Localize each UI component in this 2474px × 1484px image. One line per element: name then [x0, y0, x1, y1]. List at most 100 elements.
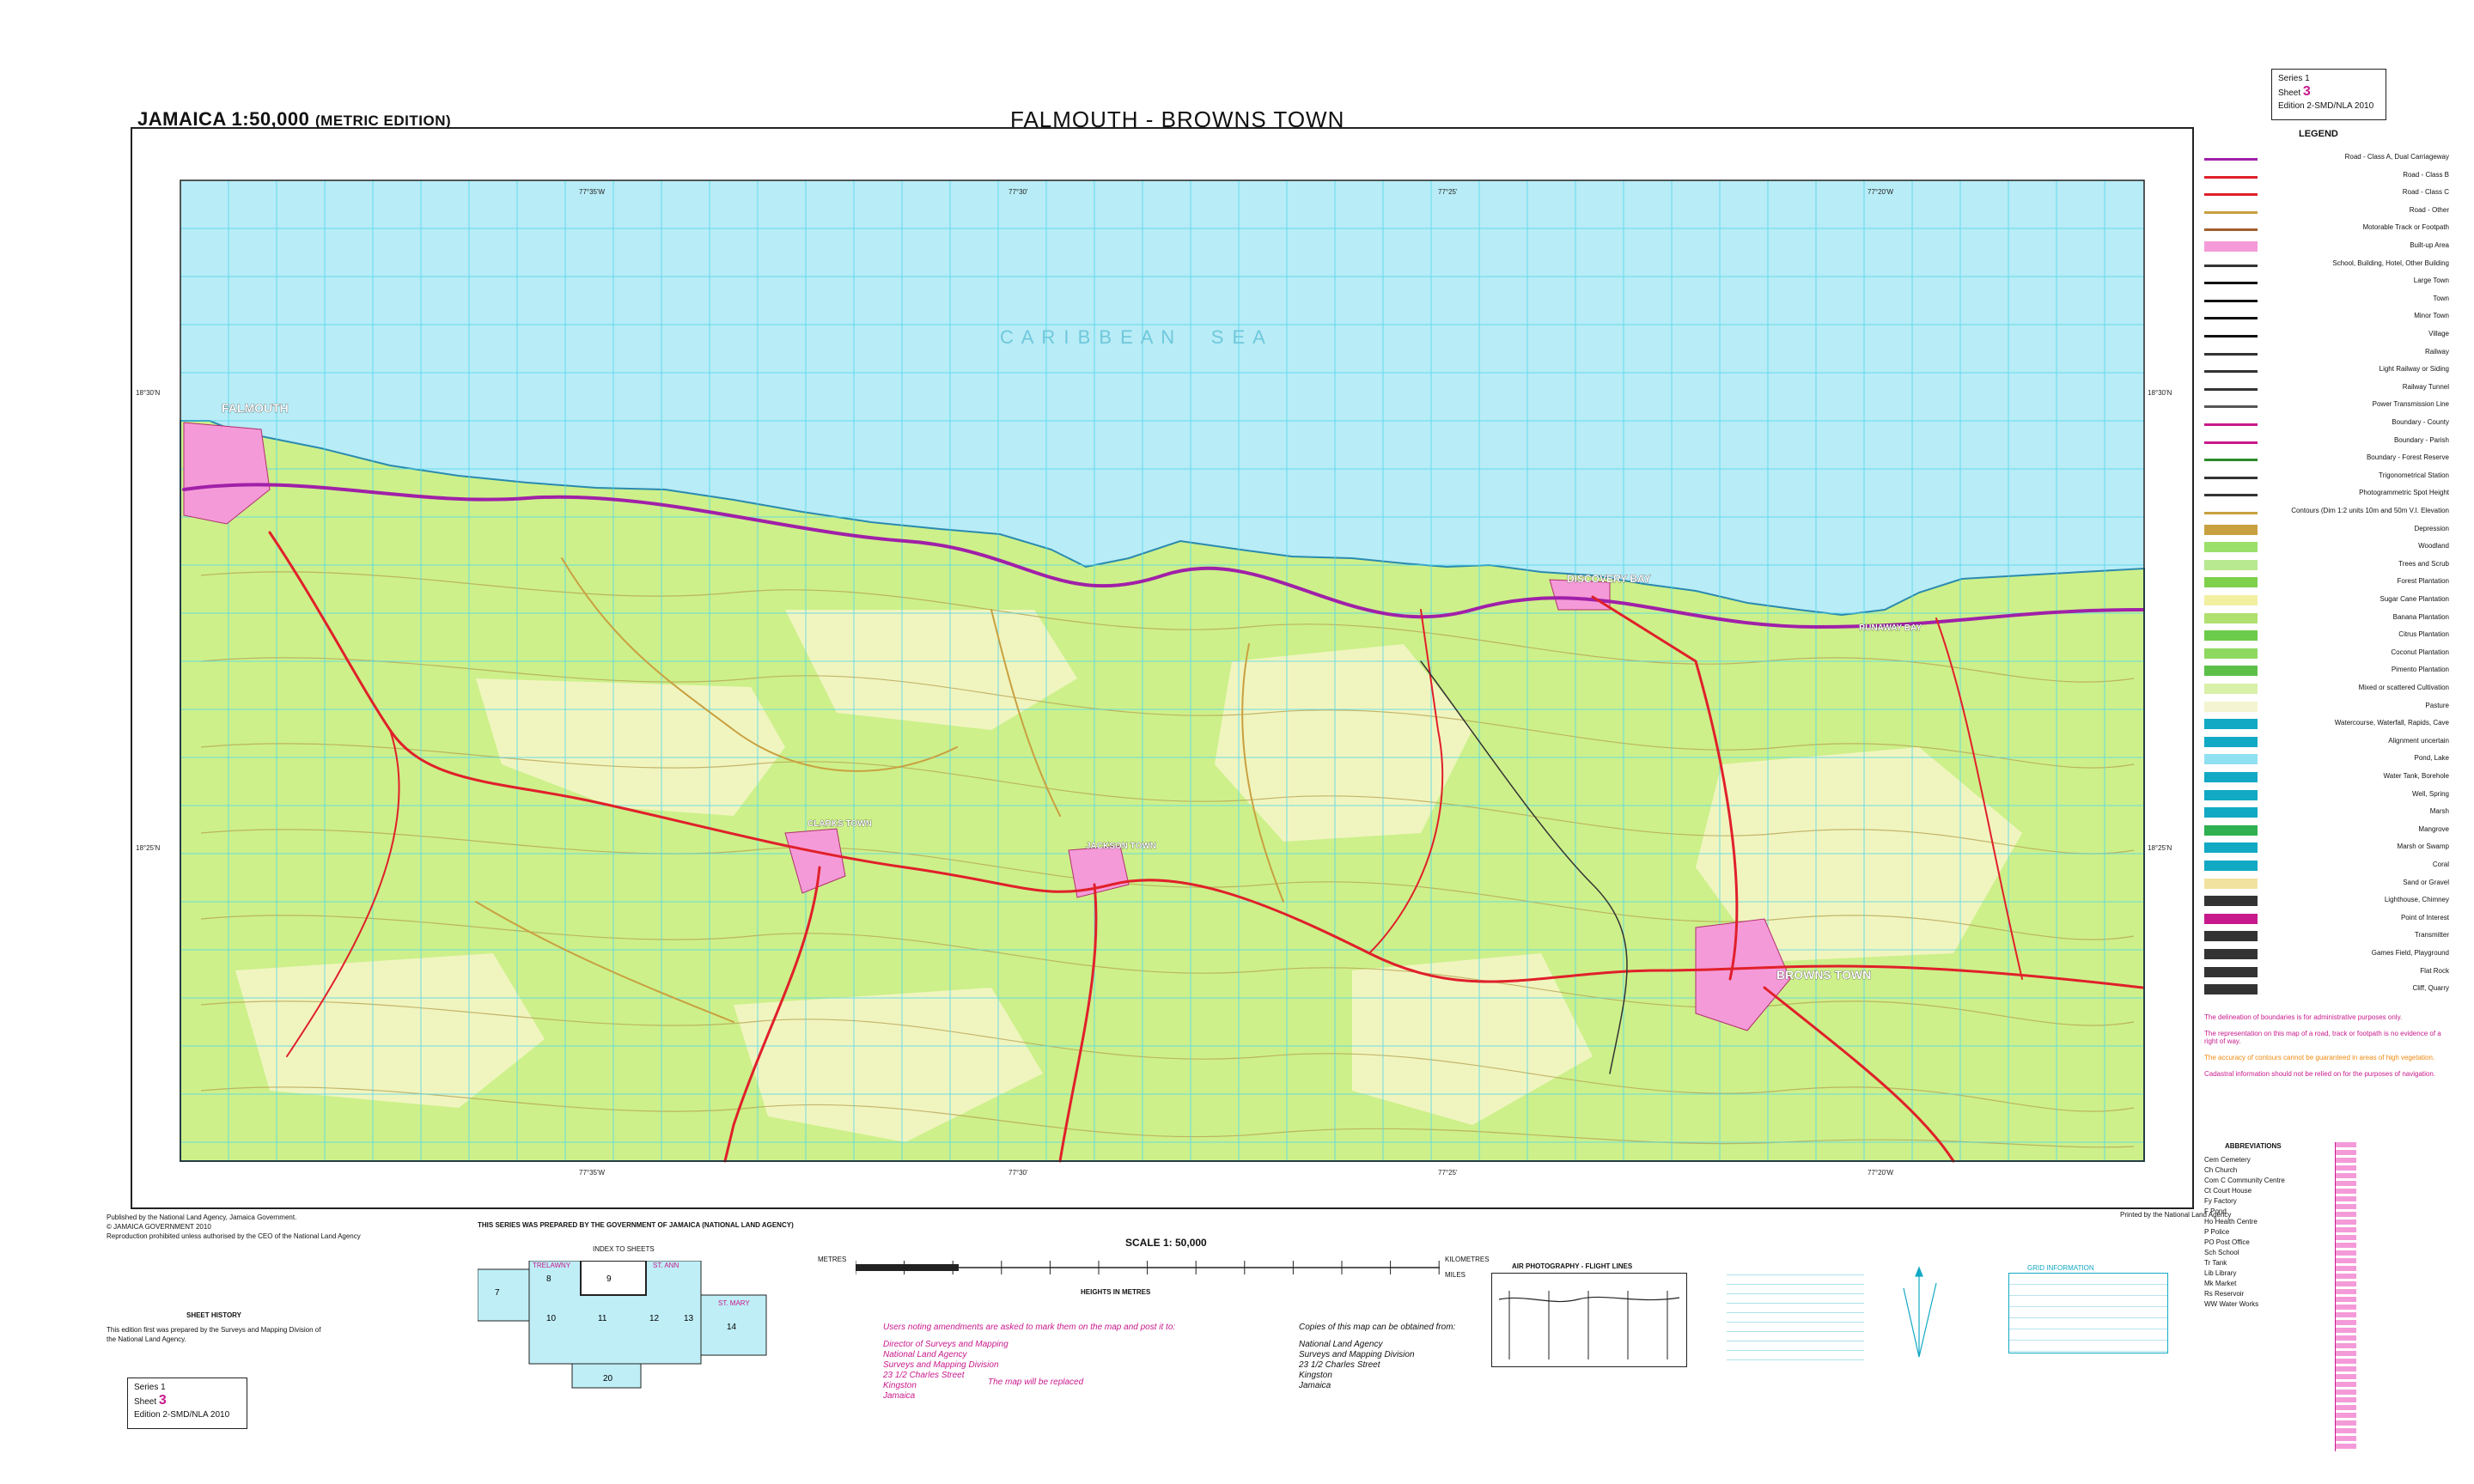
legend-item: Trigonometrical Station	[2204, 468, 2449, 485]
sheet-value: 3	[158, 1393, 167, 1408]
sheet-label: Sheet	[134, 1397, 157, 1407]
legend-item: Alignment uncertain	[2204, 733, 2449, 751]
series-value: 1	[161, 1383, 166, 1392]
legend-swatch	[2204, 264, 2258, 267]
meridian-label: 77°30'	[1008, 188, 1028, 196]
legend-swatch	[2204, 512, 2258, 514]
legend-label: Alignment uncertain	[2388, 736, 2449, 745]
legend-swatch	[2204, 193, 2258, 197]
legend-note: The delineation of boundaries is for adm…	[2204, 1013, 2403, 1021]
copies-address: 23 1/2 Charles Street	[1299, 1360, 1380, 1370]
legend-swatch	[2204, 352, 2258, 356]
legend-item: Marsh or Swamp	[2204, 839, 2449, 856]
legend-note: The representation on this map of a road…	[2204, 1030, 2441, 1045]
parallel-label: 18°30'N	[136, 389, 161, 397]
scale-unit-metres: METRES	[818, 1256, 847, 1263]
legend-item: Pimento Plantation	[2204, 662, 2449, 679]
index-sheet-number: 13	[684, 1314, 694, 1323]
legend-label: Point of Interest	[2400, 913, 2449, 921]
legend-label: Contours (Dim 1:2 units 10m and 50m V.I.…	[2291, 507, 2449, 514]
map-frame[interactable]: C A R I B B E A N S E A FALMOUTH DISCOVE…	[131, 127, 2194, 1209]
index-sheet-number: 7	[495, 1288, 500, 1298]
legend-label: Boundary - County	[2392, 418, 2449, 426]
legend-notes: The delineation of boundaries is for adm…	[2204, 1013, 2453, 1086]
meridian-label: 77°20'W	[1868, 188, 1894, 196]
index-sheet-number: 8	[546, 1274, 551, 1284]
legend-item: Woodland	[2204, 538, 2449, 556]
legend-swatch	[2204, 648, 2258, 659]
legend-swatch	[2204, 387, 2258, 391]
scale-unit-miles: MILES	[1445, 1271, 1466, 1279]
legend-item: Boundary - Parish	[2204, 433, 2449, 450]
copies-division: Surveys and Mapping Division	[1299, 1350, 1415, 1359]
legend-label: Road - Other	[2409, 205, 2449, 214]
legend-item: Citrus Plantation	[2204, 627, 2449, 644]
legend-item: Village	[2204, 326, 2449, 344]
abbreviation-item: Com C Community Centre	[2204, 1177, 2285, 1184]
legend-swatch	[2204, 966, 2258, 977]
height-scale-strip	[2335, 1142, 2356, 1451]
legend-label: Marsh or Swamp	[2397, 842, 2449, 851]
amendments-text: Users noting amendments are asked to mar…	[883, 1323, 1176, 1332]
legend-swatch	[2204, 282, 2258, 285]
legend-label: Pond, Lake	[2414, 754, 2449, 763]
legend-items: Road - Class A, Dual Carriageway Road - C…	[2204, 149, 2453, 1008]
copies-note: Copies of this map can be obtained from:…	[1299, 1323, 1488, 1391]
legend-label: Depression	[2414, 524, 2449, 532]
legend-item: Sand or Gravel	[2204, 875, 2449, 892]
edition-text: Edition 2-SMD/NLA 2010	[2278, 101, 2374, 111]
sheet-history-text: This edition first was prepared by the S…	[107, 1326, 321, 1343]
legend-item: Forest Plantation	[2204, 574, 2449, 591]
legend-swatch	[2204, 317, 2258, 320]
copies-text: Copies of this map can be obtained from:	[1299, 1323, 1456, 1332]
legend-swatch	[2204, 684, 2258, 694]
sheet-value: 3	[2302, 84, 2311, 99]
legend-item: Boundary - County	[2204, 415, 2449, 432]
legend-swatch	[2204, 299, 2258, 302]
legend-swatch	[2204, 861, 2258, 871]
index-sheet-number: 14	[727, 1323, 737, 1332]
index-prepared-by: THIS SERIES WAS PREPARED BY THE GOVERNME…	[478, 1221, 794, 1229]
series-box-bottom: Series 1 Sheet 3 Edition 2-SMD/NLA 2010	[127, 1378, 247, 1429]
legend-label: Road - Class A, Dual Carriageway	[2344, 153, 2449, 161]
amendments-note: Users noting amendments are asked to mar…	[883, 1323, 1192, 1402]
legend-swatch	[2204, 559, 2258, 570]
map-canvas[interactable]: C A R I B B E A N S E A FALMOUTH DISCOVE…	[132, 129, 2192, 1207]
legend-item: Road - Class A, Dual Carriageway	[2204, 149, 2449, 167]
series-label: Series	[2278, 74, 2303, 83]
air-photo-title: AIR PHOTOGRAPHY - FLIGHT LINES	[1512, 1262, 1633, 1270]
legend-label: Woodland	[2418, 542, 2449, 550]
legend-item: Point of Interest	[2204, 910, 2449, 928]
legend-swatch	[2204, 210, 2258, 214]
legend-item: Banana Plantation	[2204, 610, 2449, 627]
index-sheet-number: 12	[649, 1314, 660, 1323]
meridian-label-bottom: 77°30'	[1008, 1169, 1028, 1177]
abbreviation-item: Mk Market	[2204, 1280, 2237, 1287]
legend-swatch	[2204, 158, 2258, 161]
sea-label: C A R I B B E A N S E A	[1000, 326, 1267, 348]
legend-swatch	[2204, 630, 2258, 642]
legend-label: Pasture	[2425, 701, 2449, 709]
town-label-clarks-town: CLARKS TOWN	[807, 819, 872, 829]
legend-swatch	[2204, 949, 2258, 959]
legend-swatch	[2204, 789, 2258, 800]
heights-label: HEIGHTS IN METRES	[1081, 1288, 1151, 1296]
legend-item: Sugar Cane Plantation	[2204, 592, 2449, 609]
legend-label: Sand or Gravel	[2403, 878, 2449, 886]
legend-item: Water Tank, Borehole	[2204, 769, 2449, 786]
legend-swatch	[2204, 228, 2258, 232]
abbreviations-title: ABBREVIATIONS	[2225, 1142, 2282, 1150]
legend-label: Pimento Plantation	[2391, 666, 2449, 674]
index-parish: ST. MARY	[718, 1299, 750, 1307]
parallel-label-right: 18°30'N	[2148, 389, 2172, 397]
legend-item: Road - Class B	[2204, 167, 2449, 185]
grid-info-box	[2008, 1273, 2168, 1353]
legend-item: Games Field, Playground	[2204, 946, 2449, 963]
legend-note: The accuracy of contours cannot be guara…	[2204, 1054, 2435, 1061]
director-text: Director of Surveys and Mapping	[883, 1340, 1008, 1349]
legend-swatch	[2204, 701, 2258, 712]
postage-note: The map will be replaced	[988, 1378, 1084, 1387]
legend-swatch	[2204, 476, 2258, 479]
abbreviation-item: Ch Church	[2204, 1166, 2238, 1174]
legend-swatch	[2204, 842, 2258, 854]
